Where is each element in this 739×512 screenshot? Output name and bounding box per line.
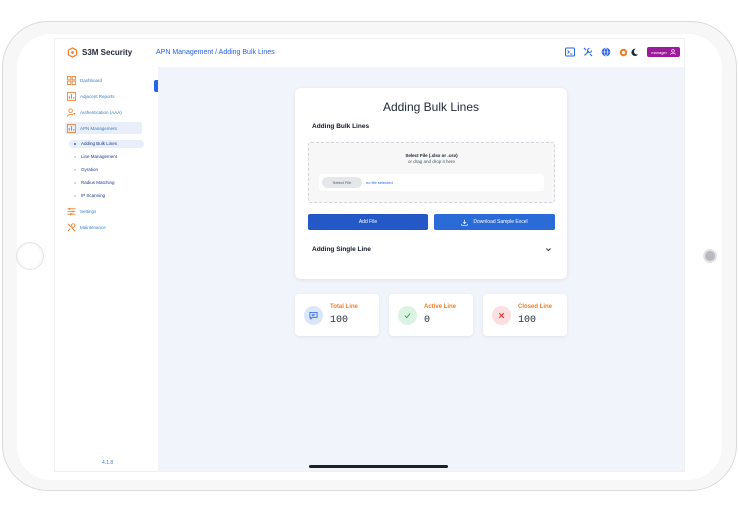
select-file-button[interactable]: Select File <box>322 177 362 188</box>
add-file-button[interactable]: Add File <box>308 214 428 230</box>
user-key-icon <box>67 107 76 117</box>
moon-icon[interactable] <box>630 48 639 57</box>
app-logo[interactable]: S3M Security <box>67 47 132 58</box>
top-bar: S3M Security APN Management / Adding Bul… <box>55 39 684 67</box>
stat-value: 0 <box>424 315 431 326</box>
breadcrumb: APN Management / Adding Bulk Lines <box>156 49 275 56</box>
stat-label: Active Line <box>424 304 457 310</box>
sidebar-collapse-handle[interactable] <box>154 80 158 92</box>
stat-icon-wrap <box>304 306 323 325</box>
sliders-icon <box>67 207 76 215</box>
stat-value: 100 <box>518 315 537 326</box>
app-screen: S3M Security APN Management / Adding Bul… <box>54 38 685 472</box>
stat-label: Closed Line <box>518 304 553 310</box>
home-indicator <box>309 465 448 468</box>
submenu-item-gyration[interactable]: Gyration <box>73 166 98 174</box>
grid-icon <box>67 75 76 85</box>
sun-icon[interactable] <box>619 48 628 57</box>
sidebar: Dashboard Adjacent Reports Authenticatio… <box>55 67 158 471</box>
sidebar-item-settings[interactable]: Settings <box>67 205 96 217</box>
sidebar-item-label: Settings <box>80 208 97 214</box>
submenu-item-radius-matching[interactable]: Radius Matching <box>74 179 115 187</box>
dropzone-subtitle: or drag and drop it here <box>407 159 456 164</box>
sidebar-item-label: Authentication (AAA) <box>80 109 122 115</box>
terminal-icon[interactable] <box>565 47 576 57</box>
page-title: Adding Bulk Lines <box>382 100 480 114</box>
app-name: S3M Security <box>82 48 133 57</box>
stat-icon-wrap <box>492 306 511 325</box>
stat-icon-wrap <box>398 306 417 325</box>
stat-card-active-lines: Active Line 0 <box>389 294 473 336</box>
theme-toggle[interactable] <box>619 48 639 57</box>
single-section-title[interactable]: Adding Single Line <box>312 246 371 253</box>
dropzone-title: Select File (.xlsx or .csv) <box>405 153 458 158</box>
bulk-lines-card: Adding Bulk Lines Adding Bulk Lines Sele… <box>295 88 567 279</box>
file-status: no file selected <box>366 180 393 185</box>
logo-icon <box>67 47 78 58</box>
chevron-down-icon[interactable] <box>545 246 552 253</box>
stat-card-closed-lines: Closed Line 100 <box>483 294 567 336</box>
sidebar-item-label: Maintenance <box>80 224 106 230</box>
report-icon <box>67 123 76 133</box>
submenu-item-adding-bulk-lines[interactable]: Adding Bulk Lines <box>69 140 144 148</box>
submenu-item-ip-scanning[interactable]: IP Scanning <box>73 192 105 200</box>
sidebar-item-label: APN Management <box>80 125 117 131</box>
sidebar-item-maintenance[interactable]: Maintenance <box>67 221 106 233</box>
stat-card-total-lines: Total Line 100 <box>295 294 379 336</box>
user-menu-button[interactable]: manager <box>647 47 680 57</box>
stat-value: 100 <box>330 315 349 326</box>
close-icon <box>498 312 505 319</box>
report-icon <box>67 91 76 101</box>
user-icon <box>670 49 676 55</box>
sidebar-item-adjacent-reports[interactable]: Adjacent Reports <box>67 90 115 102</box>
file-input[interactable]: Select File no file selected <box>319 174 544 191</box>
app-version: 4.1.8 <box>102 460 114 466</box>
file-dropzone[interactable]: Select File (.xlsx or .csv) or drag and … <box>308 142 555 203</box>
check-icon <box>404 313 411 319</box>
submenu-item-line-management[interactable]: Line Management <box>73 153 117 161</box>
bulk-section-title: Adding Bulk Lines <box>312 123 370 130</box>
sidebar-item-apn-management[interactable]: APN Management <box>65 122 142 134</box>
tools-icon[interactable] <box>583 47 593 57</box>
download-sample-button[interactable]: Download Sample Excel <box>434 214 555 230</box>
toolbar-icons: manager <box>565 47 680 57</box>
camera <box>703 249 717 263</box>
home-button <box>16 242 44 270</box>
download-icon <box>461 219 469 226</box>
chat-icon <box>309 311 318 320</box>
wrench-icon <box>67 222 76 231</box>
sidebar-item-dashboard[interactable]: Dashboard <box>67 74 102 86</box>
user-name: manager <box>651 49 667 55</box>
stat-label: Total Line <box>330 304 358 310</box>
globe-icon[interactable] <box>601 47 611 57</box>
sidebar-item-label: Dashboard <box>80 77 103 83</box>
sidebar-item-authentication[interactable]: Authentication (AAA) <box>67 106 122 118</box>
download-sample-label: Download Sample Excel <box>473 219 528 225</box>
sidebar-item-label: Adjacent Reports <box>80 93 115 99</box>
